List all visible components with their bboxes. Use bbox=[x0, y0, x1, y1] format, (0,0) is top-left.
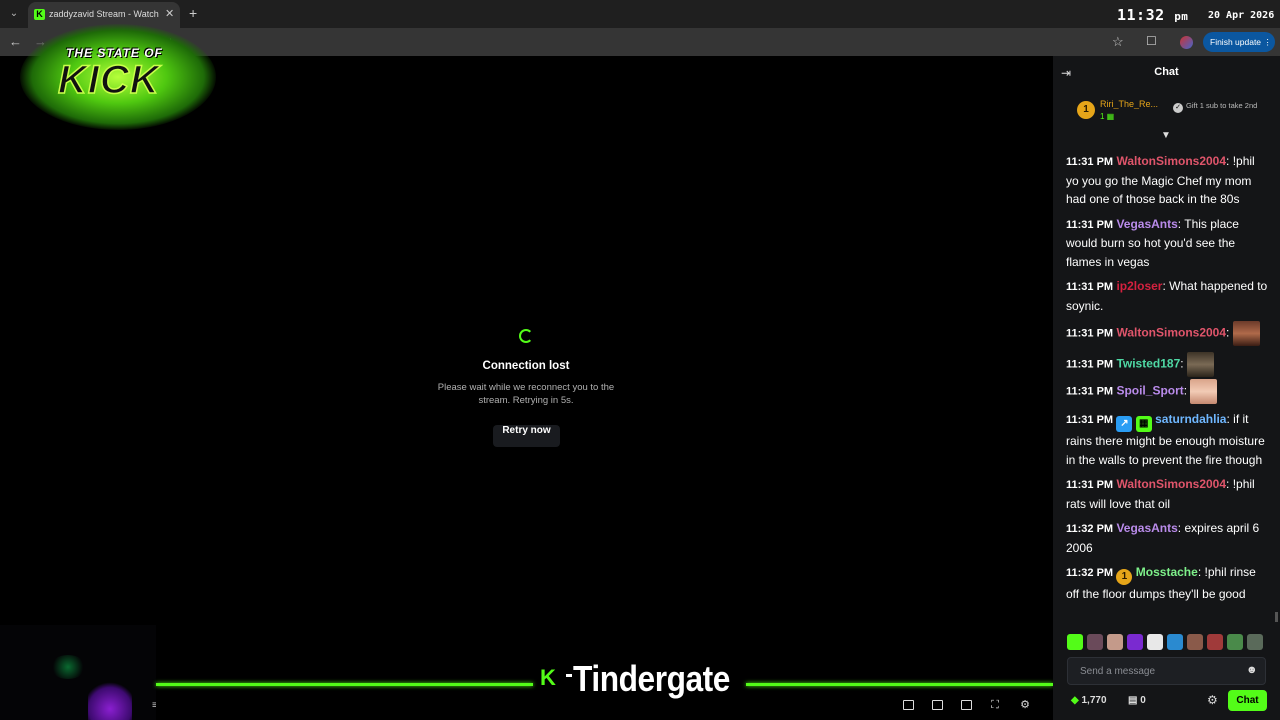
message-timestamp: 11:32 PM bbox=[1066, 523, 1114, 535]
emote-icon[interactable] bbox=[1147, 634, 1163, 650]
webcam-figure bbox=[88, 681, 132, 720]
chat-panel: ⇥ Chat 1 Riri_The_Re... 1 ▦ ✓ Gift 1 sub… bbox=[1053, 56, 1280, 720]
banner-dash bbox=[566, 674, 572, 677]
new-tab-icon[interactable]: + bbox=[189, 5, 197, 21]
send-message-input[interactable] bbox=[1080, 664, 1240, 679]
screen: ⌄ K zaddyzavid Stream - Watch Live ✕ + 1… bbox=[0, 0, 1280, 720]
loading-spinner-icon bbox=[519, 329, 533, 343]
face-emote bbox=[1186, 352, 1214, 377]
chat-message: 11:31 PM ↗ ▦ saturndahlia: if it rains t… bbox=[1066, 412, 1265, 467]
message-timestamp: 11:32 PM bbox=[1066, 567, 1114, 579]
gift-sub-cta[interactable]: Gift 1 sub to take 2nd bbox=[1186, 101, 1266, 110]
message-timestamp: 11:31 PM bbox=[1066, 281, 1114, 293]
channel-points[interactable]: ◆ 1,770 bbox=[1071, 695, 1107, 706]
emote-icon[interactable] bbox=[1107, 634, 1123, 650]
message-username[interactable]: WaltonSimons2004 bbox=[1116, 326, 1226, 340]
chat-title: Chat bbox=[1154, 66, 1179, 78]
send-chat-button[interactable]: Chat bbox=[1228, 690, 1267, 711]
kick-logo-icon: K bbox=[540, 665, 556, 690]
emote-icon[interactable] bbox=[1067, 634, 1083, 650]
theater-mode-icon[interactable] bbox=[959, 698, 973, 712]
chat-scrollbar[interactable] bbox=[1275, 612, 1278, 622]
gifter-badge-icon: 1 bbox=[1116, 569, 1133, 585]
points-icon: ◆ bbox=[1071, 695, 1079, 706]
kick-favicon-icon: K bbox=[34, 9, 45, 20]
chat-message: 11:32 PM VegasAnts: expires april 6 2006 bbox=[1066, 521, 1260, 555]
banner-title: Tindergate bbox=[573, 658, 730, 699]
message-username[interactable]: WaltonSimons2004 bbox=[1116, 154, 1226, 168]
message-username[interactable]: VegasAnts bbox=[1116, 521, 1177, 535]
chat-messages: 11:31 PM WaltonSimons2004: !phil yo you … bbox=[1066, 152, 1270, 610]
message-timestamp: 11:31 PM bbox=[1066, 414, 1114, 426]
emoji-picker-icon[interactable]: ☻ bbox=[1246, 664, 1258, 676]
gift-sub-counter[interactable]: ▤ 0 bbox=[1128, 695, 1146, 706]
emote-icon[interactable] bbox=[1187, 634, 1203, 650]
message-timestamp: 11:31 PM bbox=[1066, 327, 1114, 340]
clip-icon[interactable] bbox=[930, 698, 944, 712]
webcam-overlay: ≡ bbox=[0, 625, 156, 720]
banner-line-right bbox=[746, 683, 1053, 686]
emote-icon[interactable] bbox=[1207, 634, 1223, 650]
tab-title: zaddyzavid Stream - Watch Live bbox=[49, 9, 161, 19]
webcam-green-light bbox=[50, 655, 86, 679]
chat-message: 11:31 PM WaltonSimons2004: !phil rats wi… bbox=[1066, 477, 1255, 511]
chat-message: 11:31 PM Spoil_Sport: bbox=[1066, 379, 1270, 404]
settings-gear-icon[interactable]: ⚙ bbox=[1018, 698, 1032, 712]
bookmark-star-icon[interactable]: ☆ bbox=[1112, 34, 1124, 50]
message-username[interactable]: Spoil_Sport bbox=[1116, 384, 1183, 398]
fullscreen-icon[interactable]: ⛶ bbox=[988, 698, 1002, 712]
connection-lost-message: Please wait while we reconnect you to th… bbox=[437, 382, 615, 406]
retry-now-button[interactable]: Retry now bbox=[493, 425, 560, 447]
moderator-badge-icon: ↗ bbox=[1116, 416, 1133, 432]
chat-message: 11:32 PM 1 Mosstache: !phil rinse off th… bbox=[1066, 565, 1256, 601]
message-username[interactable]: ip2loser bbox=[1116, 279, 1162, 293]
chat-message: 11:31 PM WaltonSimons2004: !phil yo you … bbox=[1066, 154, 1255, 206]
message-timestamp: 11:31 PM bbox=[1066, 358, 1114, 371]
emote-quick-bar bbox=[1067, 634, 1279, 652]
message-username[interactable]: Twisted187 bbox=[1116, 357, 1180, 371]
gift-icon: ✓ bbox=[1173, 103, 1183, 113]
emote-icon[interactable] bbox=[1087, 634, 1103, 650]
extensions-icon[interactable]: ☐ bbox=[1146, 34, 1157, 48]
message-username[interactable]: WaltonSimons2004 bbox=[1116, 477, 1226, 491]
emote-icon[interactable] bbox=[1247, 634, 1263, 650]
face-emote bbox=[1232, 321, 1260, 346]
tab-close-icon[interactable]: ✕ bbox=[165, 7, 174, 20]
chat-message: 11:31 PM ip2loser: What happened to soyn… bbox=[1066, 279, 1268, 313]
chat-message: 11:31 PM VegasAnts: This place would bur… bbox=[1066, 216, 1239, 269]
subscriber-badge-icon: ▦ bbox=[1135, 416, 1152, 432]
top-gifter-count: 1 ▦ bbox=[1100, 112, 1115, 121]
chat-input-box: ☻ bbox=[1067, 657, 1266, 685]
pinned-messages-icon[interactable]: ▼ bbox=[1161, 130, 1171, 141]
mini-player-icon[interactable] bbox=[901, 698, 915, 712]
logo-text-line2: KICK bbox=[57, 57, 160, 103]
message-timestamp: 11:31 PM bbox=[1066, 218, 1114, 231]
emote-icon[interactable] bbox=[1127, 634, 1143, 650]
chat-message: 11:31 PM Twisted187: bbox=[1066, 352, 1270, 377]
finish-update-button[interactable]: Finish update ⋮ bbox=[1203, 32, 1275, 52]
message-username[interactable]: Mosstache bbox=[1136, 565, 1198, 579]
message-timestamp: 11:31 PM bbox=[1066, 385, 1114, 398]
message-timestamp: 11:31 PM bbox=[1066, 156, 1114, 168]
clock-time: 11:32 pm bbox=[1117, 6, 1189, 24]
menu-icon[interactable]: ≡ bbox=[152, 700, 156, 711]
message-username[interactable]: VegasAnts bbox=[1116, 217, 1177, 231]
message-username[interactable]: saturndahlia bbox=[1155, 412, 1226, 426]
connection-lost-title: Connection lost bbox=[482, 360, 570, 372]
banner-line-left bbox=[156, 683, 533, 686]
message-timestamp: 11:31 PM bbox=[1066, 479, 1114, 491]
gift-box-icon: ▤ bbox=[1128, 695, 1138, 706]
chat-message: 11:31 PM WaltonSimons2004: bbox=[1066, 321, 1270, 346]
top-gifter-name[interactable]: Riri_The_Re... bbox=[1100, 99, 1164, 109]
gifter-rank-badge: 1 bbox=[1077, 101, 1095, 119]
emote-icon[interactable] bbox=[1227, 634, 1243, 650]
state-of-kick-logo: THE STATE OF KICK bbox=[20, 24, 216, 130]
profile-avatar[interactable] bbox=[1180, 36, 1193, 49]
tab-search-chevron-icon[interactable]: ⌄ bbox=[6, 6, 22, 22]
clock-date: 20 Apr 2026 bbox=[1208, 10, 1275, 21]
emote-icon[interactable] bbox=[1167, 634, 1183, 650]
chat-settings-gear-icon[interactable]: ⚙ bbox=[1207, 693, 1218, 707]
face-emote bbox=[1190, 379, 1218, 404]
